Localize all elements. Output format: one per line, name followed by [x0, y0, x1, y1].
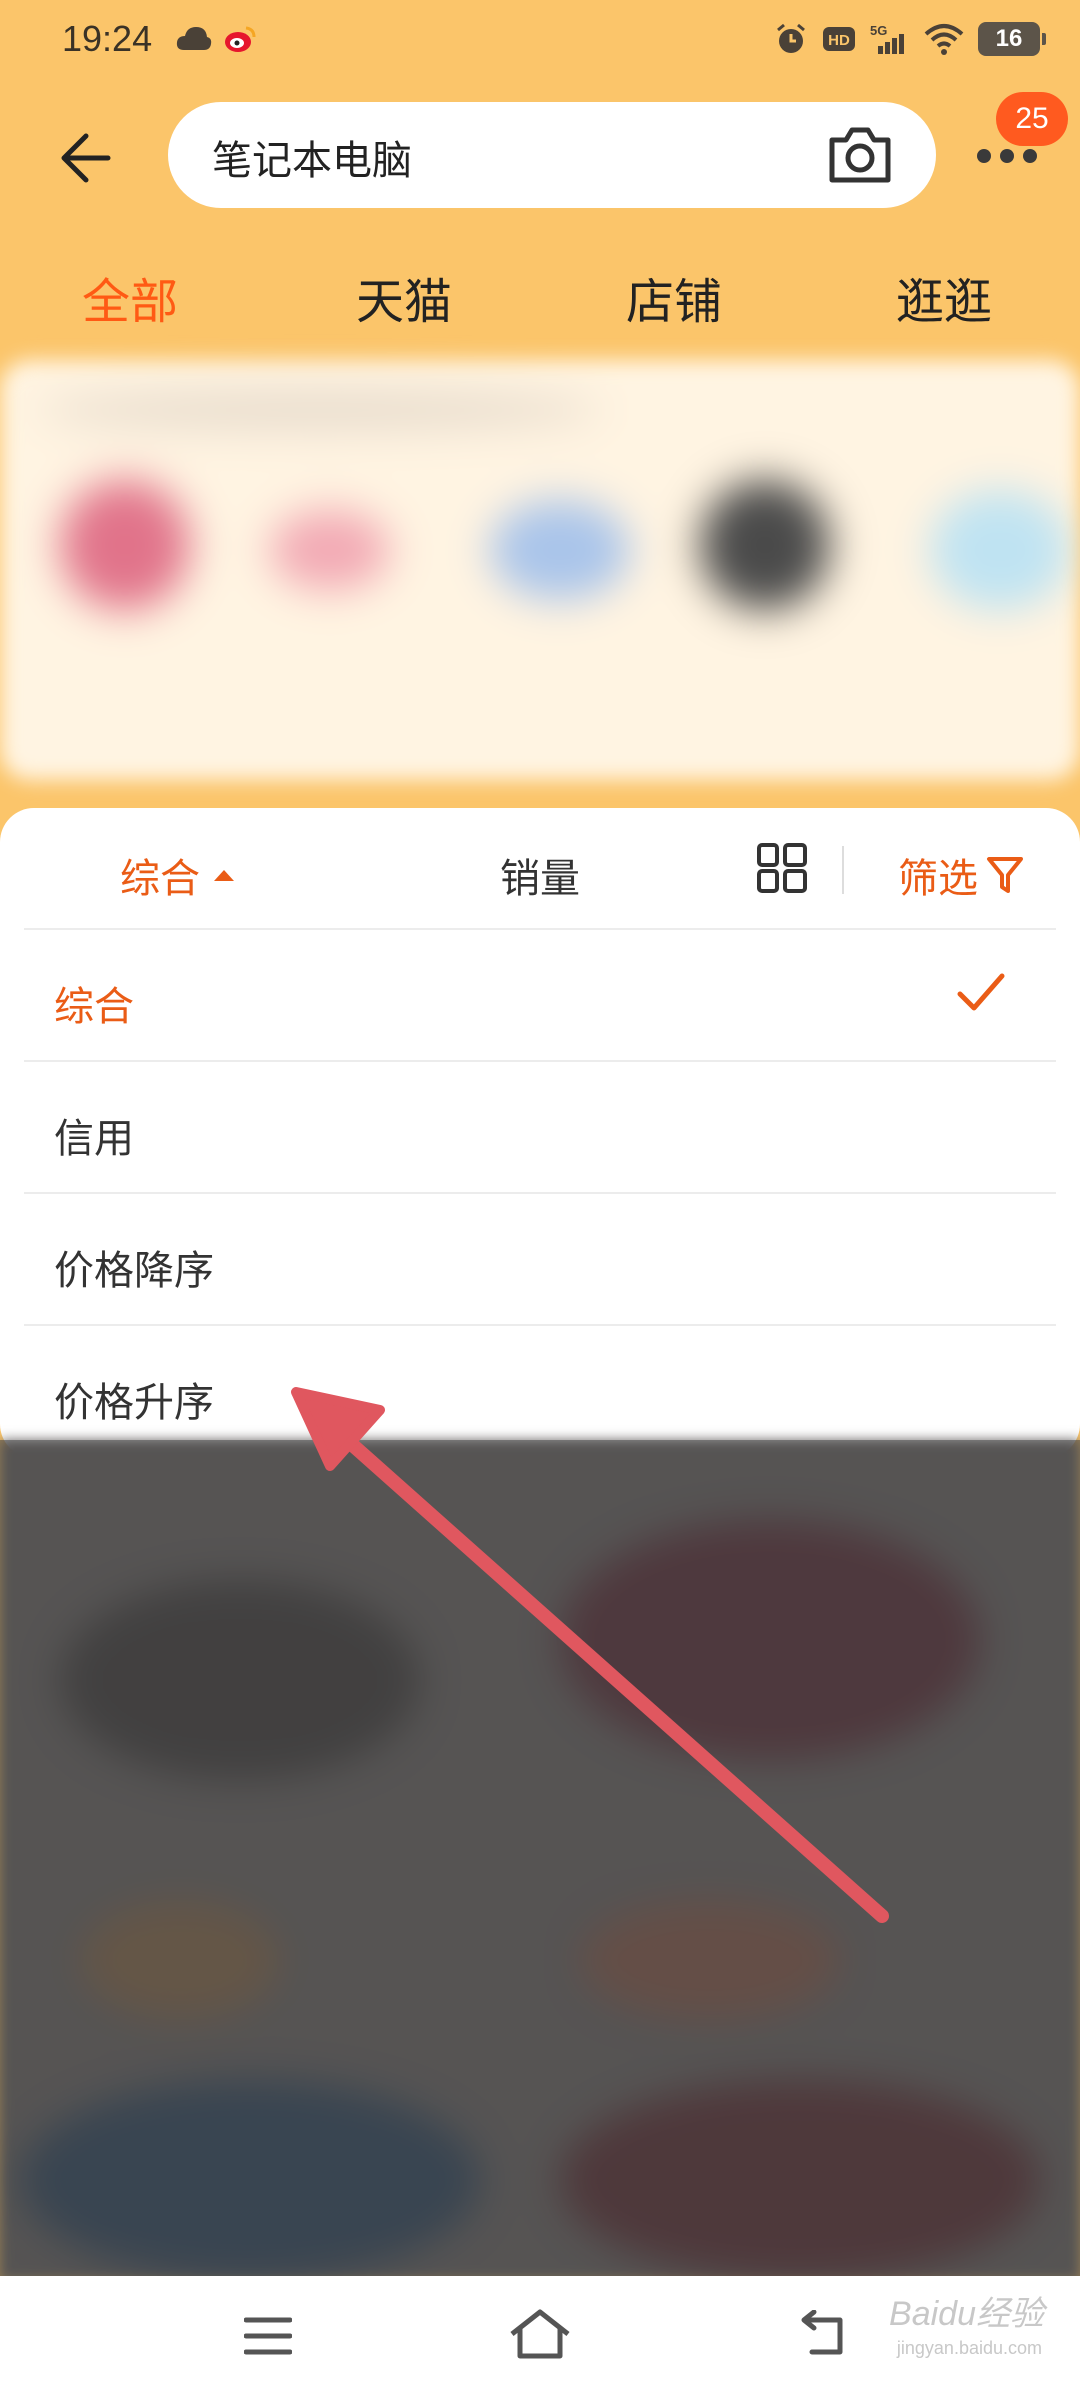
battery-indicator: 16: [978, 22, 1046, 56]
svg-text:5G: 5G: [870, 23, 887, 38]
blurred-item: [930, 490, 1070, 610]
sort-comprehensive-label: 综合: [120, 856, 200, 902]
blurred-item: [40, 390, 600, 430]
screen: 19:24 HD 5G 16 笔记本电脑 25 全部 天猫 店铺 逛逛 综合 销…: [0, 0, 1080, 2400]
sort-dropdown-panel: 综合 销量 筛选 综合 信用 价格降序 价格升序: [0, 808, 1080, 1458]
dim-overlay: [0, 1440, 1080, 2280]
tab-tmall[interactable]: 天猫: [356, 262, 452, 332]
camera-icon[interactable]: [826, 124, 894, 186]
nav-back-icon[interactable]: [800, 2310, 852, 2362]
svg-text:HD: HD: [828, 32, 850, 49]
search-input[interactable]: 笔记本电脑: [168, 102, 936, 208]
vertical-divider: [842, 846, 844, 894]
blurred-item: [60, 480, 190, 610]
filter-button[interactable]: 筛选: [898, 846, 1024, 904]
sort-bar: 综合 销量 筛选: [0, 808, 1080, 928]
home-icon[interactable]: [508, 2306, 572, 2362]
back-button[interactable]: [54, 128, 114, 188]
sort-option-label: 综合: [54, 984, 134, 1030]
sort-option-label: 信用: [54, 1116, 134, 1162]
blurred-item: [700, 480, 830, 610]
sort-option-credit[interactable]: 信用: [24, 1060, 1056, 1192]
sort-option-label: 价格升序: [54, 1380, 214, 1426]
sort-option-label: 价格降序: [54, 1248, 214, 1294]
signal-5g-icon: 5G: [870, 23, 904, 54]
status-icons-right: HD 5G 16: [774, 22, 1046, 56]
weibo-icon: [225, 26, 256, 52]
tab-browse[interactable]: 逛逛: [896, 262, 992, 332]
alarm-icon: [777, 23, 805, 53]
hd-icon: HD: [823, 27, 855, 51]
grid-view-icon[interactable]: [756, 842, 808, 894]
status-icons-left: [176, 24, 256, 54]
category-tabs: 全部 天猫 店铺 逛逛: [0, 262, 1080, 342]
status-time: 19:24: [62, 18, 153, 59]
notification-badge: 25: [996, 92, 1068, 146]
sort-option-list: 综合 信用 价格降序 价格升序: [24, 928, 1056, 1456]
sort-sales-button[interactable]: 销量: [500, 846, 580, 904]
sort-comprehensive-button[interactable]: 综合: [120, 846, 236, 904]
sort-option-price-desc[interactable]: 价格降序: [24, 1192, 1056, 1324]
system-nav-bar: Baidu经验 jingyan.baidu.com: [0, 2276, 1080, 2400]
sort-option-comprehensive[interactable]: 综合: [24, 928, 1056, 1060]
search-query-text: 笔记本电脑: [212, 138, 412, 184]
tab-shops[interactable]: 店铺: [626, 262, 722, 332]
tab-all[interactable]: 全部: [82, 262, 178, 332]
caret-up-icon: [214, 870, 234, 881]
cloud-icon: [176, 27, 212, 50]
wifi-icon: [924, 24, 964, 55]
blurred-item: [270, 510, 390, 590]
baidu-watermark: Baidu经验: [889, 2295, 1044, 2333]
menu-icon[interactable]: [244, 2316, 292, 2356]
blurred-item: [490, 500, 630, 600]
baidu-watermark-url: jingyan.baidu.com: [896, 2338, 1042, 2358]
status-bar: 19:24 HD 5G 16: [0, 0, 1080, 86]
check-icon: [957, 973, 1005, 1011]
funnel-icon: [987, 857, 1023, 893]
sort-option-price-asc[interactable]: 价格升序: [24, 1324, 1056, 1456]
filter-label: 筛选: [898, 856, 978, 902]
blurred-promo-banner: [0, 360, 1080, 780]
